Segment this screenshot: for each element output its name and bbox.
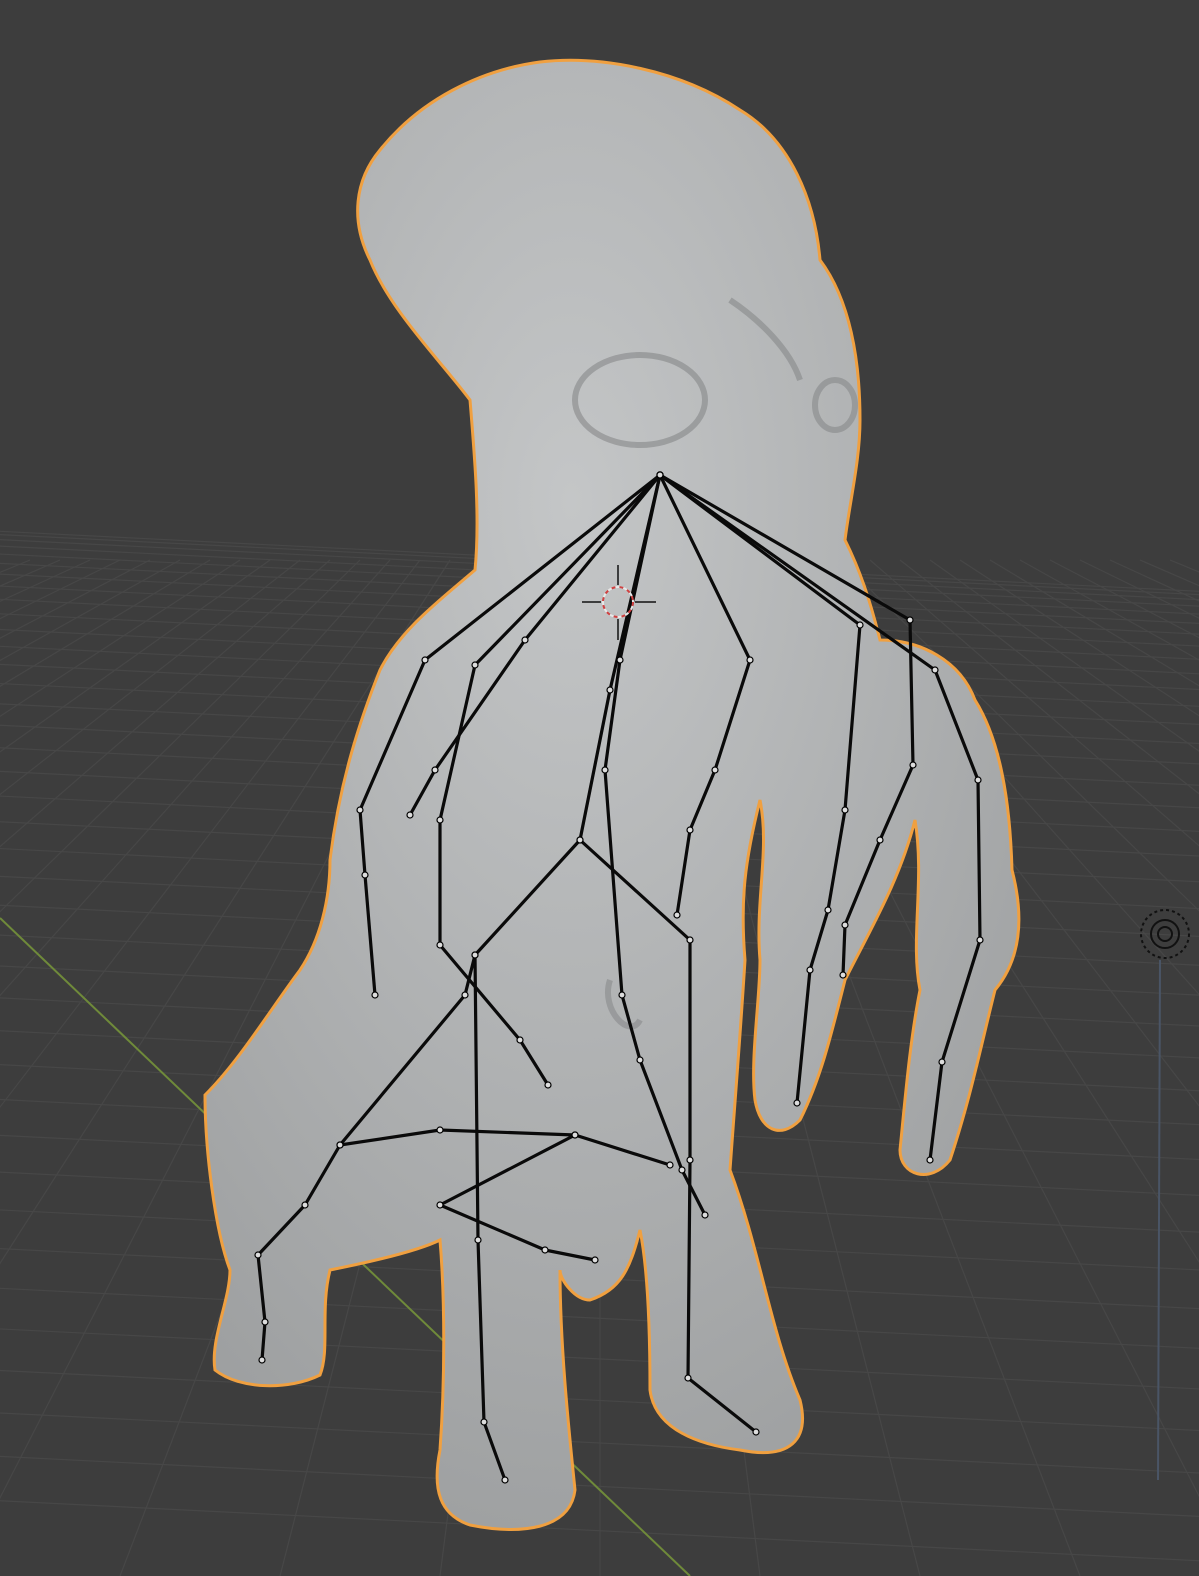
bone-joint [636, 1056, 644, 1064]
bone-joint [544, 1081, 552, 1089]
bone-joint [686, 936, 694, 944]
bone-joint [436, 816, 444, 824]
bone-joint [258, 1356, 266, 1364]
bone-joint [591, 1256, 599, 1264]
bone-joint [406, 811, 414, 819]
bone-joint [571, 1131, 579, 1139]
bone-joint [356, 806, 364, 814]
bone-joint [261, 1318, 269, 1326]
3d-viewport[interactable] [0, 0, 1199, 1576]
bone-joint [616, 656, 624, 664]
bone-joint [841, 806, 849, 814]
bone-joint [856, 621, 864, 629]
bone-joint [839, 971, 847, 979]
bone-joint [656, 471, 664, 479]
bone-joint [436, 941, 444, 949]
bone-joint [678, 1166, 686, 1174]
bone-joint [471, 661, 479, 669]
bone-joint [336, 1141, 344, 1149]
bone-joint [521, 636, 529, 644]
bone-joint [436, 1201, 444, 1209]
bone-joint [606, 686, 614, 694]
bone-joint [824, 906, 832, 914]
bone-joint [666, 1161, 674, 1169]
bone-joint [711, 766, 719, 774]
bone-joint [906, 616, 914, 624]
bone[interactable] [841, 923, 847, 977]
bone-joint [618, 991, 626, 999]
bone-joint [480, 1418, 488, 1426]
bone-joint [793, 1099, 801, 1107]
bone-joint [974, 776, 982, 784]
bone-joint [938, 1058, 946, 1066]
bone-joint [806, 966, 814, 974]
bone-joint [361, 871, 369, 879]
bone-joint [686, 1156, 694, 1164]
bone-joint [516, 1036, 524, 1044]
bone-joint [701, 1211, 709, 1219]
bone-joint [931, 666, 939, 674]
bone-joint [926, 1156, 934, 1164]
bone-joint [686, 826, 694, 834]
bone-joint [471, 951, 479, 959]
bone-joint [841, 921, 849, 929]
bone-joint [684, 1374, 692, 1382]
bone-joint [371, 991, 379, 999]
bone-joint [576, 836, 584, 844]
bone-joint [673, 911, 681, 919]
bone-joint [301, 1201, 309, 1209]
bone-joint [752, 1428, 760, 1436]
bone-joint [436, 1126, 444, 1134]
bone-joint [254, 1251, 262, 1259]
bone-joint [976, 936, 984, 944]
bone-joint [601, 766, 609, 774]
bone-joint [909, 761, 917, 769]
bone-joint [541, 1246, 549, 1254]
bone-joint [421, 656, 429, 664]
bone-joint [746, 656, 754, 664]
bone-joint [501, 1476, 509, 1484]
bone-joint [474, 1236, 482, 1244]
bone[interactable] [686, 1158, 692, 1380]
bone[interactable] [976, 778, 982, 942]
bone-joint [431, 766, 439, 774]
bone-joint [461, 991, 469, 999]
bone-joint [876, 836, 884, 844]
